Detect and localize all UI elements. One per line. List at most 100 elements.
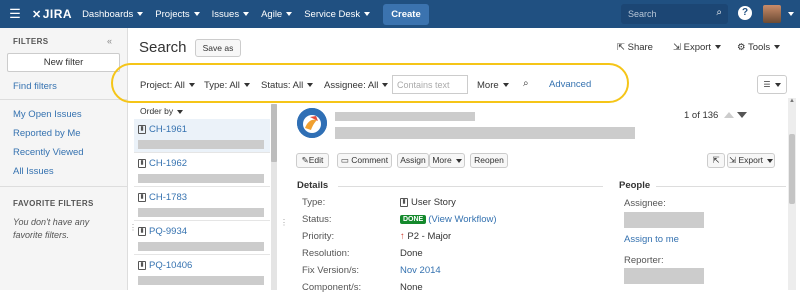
- user-avatar[interactable]: [763, 5, 781, 23]
- filter-all-issues[interactable]: All Issues: [13, 166, 54, 177]
- pager-text: 1 of 136: [684, 110, 719, 121]
- export-label: Export: [683, 42, 712, 53]
- issue-key-link[interactable]: ▮ PQ-9934: [138, 226, 187, 237]
- nav-agile[interactable]: Agile: [261, 9, 293, 20]
- issue-list-scrollbar[interactable]: [271, 104, 277, 290]
- scrollbar-thumb[interactable]: [271, 104, 277, 162]
- issue-pager: 1 of 136: [684, 110, 748, 121]
- pencil-icon: ✎: [301, 155, 309, 165]
- reopen-button[interactable]: Reopen: [470, 153, 508, 168]
- reporter-label: Reporter:: [624, 255, 664, 266]
- highlight-annotation: [111, 63, 629, 103]
- list-item[interactable]: ▮ PQ-10406: [134, 255, 270, 289]
- page-scrollbar[interactable]: ▲: [788, 98, 796, 290]
- help-icon[interactable]: ?: [738, 6, 752, 20]
- type-text: User Story: [411, 197, 456, 208]
- redacted-project-path: [335, 112, 475, 121]
- divider: [0, 99, 128, 100]
- share-icon: ⇱: [617, 42, 628, 53]
- logo-text: JIRA: [42, 7, 73, 21]
- chevron-down-icon: [177, 109, 184, 114]
- share-icon[interactable]: ⇱: [707, 153, 725, 168]
- nav-label: Projects: [155, 8, 190, 20]
- layout-switcher-button[interactable]: ☰: [757, 75, 787, 94]
- save-as-button[interactable]: Save as: [195, 39, 241, 57]
- previous-issue-icon[interactable]: [724, 112, 735, 119]
- find-filters-link[interactable]: Find filters: [13, 81, 57, 92]
- details-heading: Details: [297, 180, 329, 191]
- app-switcher-icon[interactable]: ☰: [4, 6, 26, 22]
- field-label: Fix Version/s:: [302, 265, 360, 276]
- redacted-summary: [138, 276, 264, 285]
- field-label: Type:: [302, 197, 326, 208]
- story-type-icon: ▮: [138, 158, 146, 168]
- nav-service-desk[interactable]: Service Desk: [304, 9, 371, 20]
- chevron-down-icon: [364, 12, 371, 16]
- type-value: ▮ User Story: [400, 197, 456, 208]
- filter-my-open-issues[interactable]: My Open Issues: [13, 109, 82, 120]
- issue-key-link[interactable]: ▮ CH-1783: [138, 192, 187, 203]
- share-label: Share: [627, 42, 653, 53]
- collapse-sidebar-icon[interactable]: «: [107, 36, 112, 46]
- priority-value: ↑ P2 - Major: [400, 231, 451, 242]
- comment-button[interactable]: ▭ Comment: [337, 153, 392, 168]
- assign-to-me-link[interactable]: Assign to me: [624, 234, 679, 245]
- list-view-icon: ☰: [763, 80, 771, 89]
- issue-detail: 1 of 136 ✎Edit ▭ Comment Assign More Reo…: [285, 98, 800, 293]
- redacted-summary: [138, 242, 264, 251]
- nav-dashboards[interactable]: Dashboards: [82, 9, 144, 20]
- new-filter-button[interactable]: New filter: [7, 53, 120, 72]
- list-item[interactable]: ▮ CH-1783: [134, 187, 270, 221]
- issue-key: CH-1961: [149, 124, 188, 135]
- more-actions-button[interactable]: More: [429, 153, 465, 168]
- filters-sidebar: FILTERS « New filter Find filters My Ope…: [0, 28, 128, 290]
- comment-icon: ▭: [340, 155, 352, 165]
- export-button[interactable]: ⇲ Export: [673, 42, 722, 53]
- story-type-icon: ▮: [138, 192, 146, 202]
- component-value: None: [400, 282, 423, 293]
- field-label: Resolution:: [302, 248, 350, 259]
- issue-key-link[interactable]: ▮ CH-1962: [138, 158, 187, 169]
- chevron-down-icon: [767, 158, 774, 163]
- redacted-summary: [138, 140, 264, 149]
- scroll-up-icon[interactable]: ▲: [788, 98, 796, 106]
- story-type-icon: ▮: [138, 260, 146, 270]
- issue-key-link[interactable]: ▮ PQ-10406: [138, 260, 192, 271]
- nav-issues[interactable]: Issues: [211, 8, 250, 20]
- edit-button[interactable]: ✎Edit: [296, 153, 329, 168]
- jira-logo[interactable]: ✕ JIRA: [32, 7, 72, 21]
- project-avatar: [297, 108, 327, 138]
- story-type-icon: ▮: [138, 226, 146, 236]
- search-placeholder: Search: [628, 9, 657, 19]
- tools-button[interactable]: ⚙ Tools: [737, 42, 781, 53]
- filter-reported-by-me[interactable]: Reported by Me: [13, 128, 81, 139]
- top-navigation-bar: ☰ ✕ JIRA Dashboards Projects Issues Agile…: [0, 0, 800, 28]
- favorites-empty-note: You don't have any favorite filters.: [13, 217, 90, 240]
- list-item[interactable]: ▮ CH-1962: [134, 153, 270, 187]
- issue-key: CH-1962: [149, 158, 188, 169]
- more-label: More: [432, 155, 452, 165]
- share-button[interactable]: ⇱ Share: [617, 42, 653, 53]
- issue-key: PQ-9934: [149, 226, 188, 237]
- order-by-button[interactable]: Order by: [140, 106, 184, 116]
- export-icon: ⇲: [673, 42, 684, 53]
- create-button[interactable]: Create: [383, 3, 429, 25]
- resolution-value: Done: [400, 248, 423, 259]
- next-issue-icon[interactable]: [737, 112, 748, 119]
- project-logo-icon: [297, 108, 327, 138]
- nav-projects[interactable]: Projects: [155, 8, 200, 20]
- scrollbar-thumb[interactable]: [789, 134, 795, 204]
- list-item[interactable]: ▮ CH-1961: [134, 119, 270, 153]
- nav-label: Issues: [211, 8, 240, 20]
- list-item[interactable]: ▮ PQ-9934: [134, 221, 270, 255]
- assign-button[interactable]: Assign: [397, 153, 429, 168]
- gear-icon: ⚙: [737, 42, 748, 53]
- view-workflow-link[interactable]: (View Workflow): [428, 214, 496, 225]
- fix-version-link[interactable]: Nov 2014: [400, 265, 441, 276]
- field-label: Priority:: [302, 231, 335, 242]
- issue-key-link[interactable]: ▮ CH-1961: [138, 124, 187, 135]
- filter-recently-viewed[interactable]: Recently Viewed: [13, 147, 84, 158]
- quick-search-input[interactable]: Search ⌕: [621, 4, 728, 24]
- people-heading: People: [619, 180, 651, 191]
- issue-export-button[interactable]: ⇲ Export: [727, 153, 775, 168]
